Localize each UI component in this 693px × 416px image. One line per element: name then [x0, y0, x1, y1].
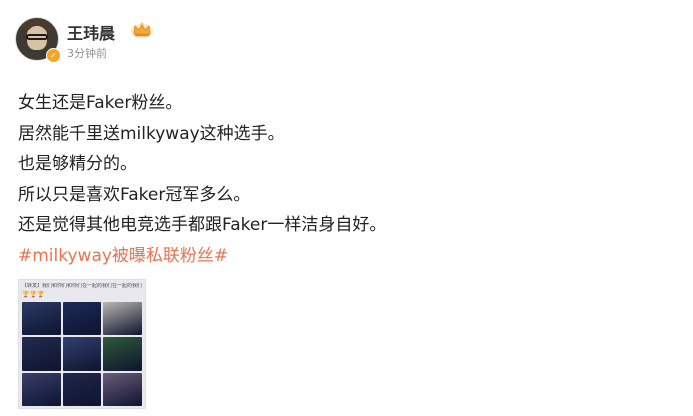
image-grid-cell: [103, 302, 142, 336]
trophy-icons: 🏆🏆🏆: [22, 291, 45, 298]
post-line: 居然能千里送milkyway这种选手。: [18, 123, 285, 144]
attached-image[interactable]: 【转发】我们和你们和你们在一起的我们在一起的我们在一起 🏆🏆🏆: [18, 279, 146, 409]
post-line: 还是觉得其他电竞选手都跟Faker一样洁身自好。: [18, 215, 387, 235]
vip-crown-icon[interactable]: [130, 21, 154, 39]
verified-icon: ✓: [46, 48, 61, 63]
image-grid-cell: [103, 372, 142, 406]
image-grid-cell: [103, 337, 142, 371]
avatar-glasses: [26, 34, 48, 40]
image-grid: [22, 302, 142, 406]
username[interactable]: 王玮晨: [67, 20, 115, 44]
hashtag-link[interactable]: #milkyway被曝私联粉丝#: [18, 241, 678, 272]
image-caption: 【转发】我们和你们和你们在一起的我们在一起的我们在一起: [22, 283, 142, 289]
post-line: 女生还是Faker粉丝。: [18, 93, 183, 113]
post-body: 女生还是Faker粉丝。 居然能千里送milkyway这种选手。 也是够精分的。…: [18, 88, 678, 271]
image-grid-cell: [22, 372, 61, 406]
image-grid-cell: [62, 302, 102, 336]
post-line: 也是够精分的。: [18, 154, 137, 174]
image-grid-cell: [62, 372, 102, 406]
post-line: 所以只是喜欢Faker冠军多么。: [18, 184, 251, 205]
post-timestamp[interactable]: 3分钟前: [67, 45, 107, 61]
image-grid-cell: [62, 337, 102, 371]
image-grid-cell: [22, 302, 61, 336]
image-grid-cell: [22, 337, 61, 371]
post-header: ✓ 王玮晨 3分钟前: [15, 14, 675, 63]
